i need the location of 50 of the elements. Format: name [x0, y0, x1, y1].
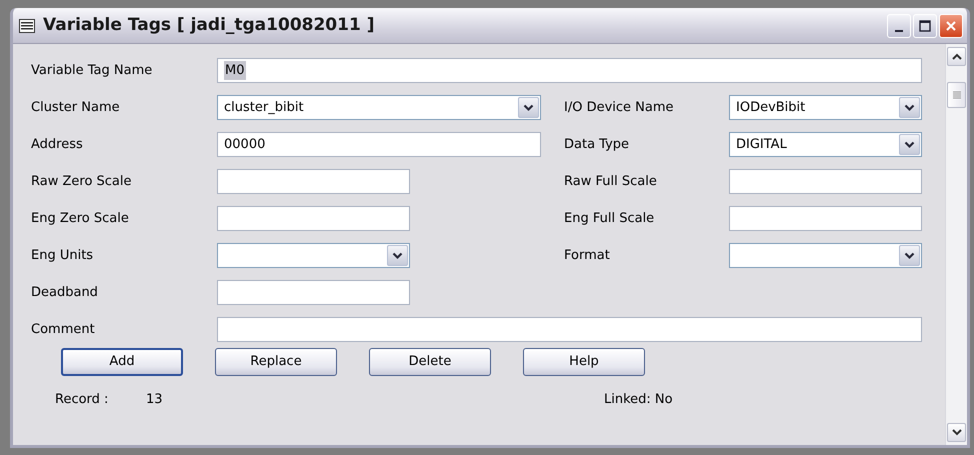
field-label: Format	[564, 246, 611, 265]
dropdown-icon[interactable]	[899, 97, 920, 118]
maximize-icon	[919, 20, 931, 32]
field-label: Eng Units	[31, 246, 94, 265]
scroll-thumb[interactable]	[947, 82, 966, 108]
scrollbar[interactable]	[945, 44, 967, 445]
action-button[interactable]: Add	[61, 348, 183, 376]
input-field[interactable]	[217, 206, 410, 231]
dropdown-icon[interactable]	[899, 134, 920, 155]
field-label: Eng Zero Scale	[31, 210, 130, 228]
minimize-button[interactable]	[887, 14, 911, 38]
action-button[interactable]: Delete	[369, 348, 491, 376]
scroll-down-icon[interactable]	[947, 423, 966, 442]
dropdown-icon[interactable]	[518, 97, 539, 118]
maximize-button[interactable]	[913, 14, 937, 38]
input-field[interactable]	[217, 317, 922, 342]
dropdown-field[interactable]: DIGITAL	[729, 132, 922, 157]
field-label: I/O Device Name	[564, 98, 675, 117]
field-label: Comment	[31, 320, 96, 339]
scroll-up-icon[interactable]	[947, 47, 966, 66]
close-icon	[945, 20, 957, 32]
input-field[interactable]: 00000	[217, 132, 541, 157]
field-label: Raw Full Scale	[564, 172, 658, 191]
record-count: 13	[146, 391, 164, 409]
field-label: Deadband	[31, 284, 99, 302]
field-label: Address	[31, 136, 84, 154]
field-label: Data Type	[564, 136, 630, 154]
input-field[interactable]	[729, 206, 922, 231]
dropdown-field[interactable]	[217, 243, 410, 268]
input-field[interactable]	[217, 169, 410, 194]
action-button[interactable]: Replace	[215, 348, 337, 376]
field-label: Cluster Name	[31, 98, 121, 117]
dropdown-field[interactable]	[729, 243, 922, 268]
input-field[interactable]	[217, 280, 410, 305]
field-label: Raw Zero Scale	[31, 172, 133, 191]
action-button[interactable]: Help	[523, 348, 645, 376]
record-label: Record :	[55, 391, 110, 409]
minimize-icon	[895, 30, 903, 32]
close-button[interactable]	[939, 14, 963, 38]
window-icon	[19, 18, 35, 32]
linked-status: Linked: No	[604, 391, 673, 409]
dropdown-icon[interactable]	[387, 245, 408, 266]
dropdown-icon[interactable]	[899, 245, 920, 266]
field-label: Eng Full Scale	[564, 210, 656, 228]
window-title: Variable Tags [ jadi_tga10082011 ]	[43, 14, 374, 37]
dropdown-field[interactable]: IODevBibit	[729, 95, 922, 120]
input-field[interactable]: M0	[217, 58, 922, 83]
field-label: Variable Tag Name	[31, 62, 154, 80]
dropdown-field[interactable]: cluster_bibit	[217, 95, 541, 120]
input-field[interactable]	[729, 169, 922, 194]
